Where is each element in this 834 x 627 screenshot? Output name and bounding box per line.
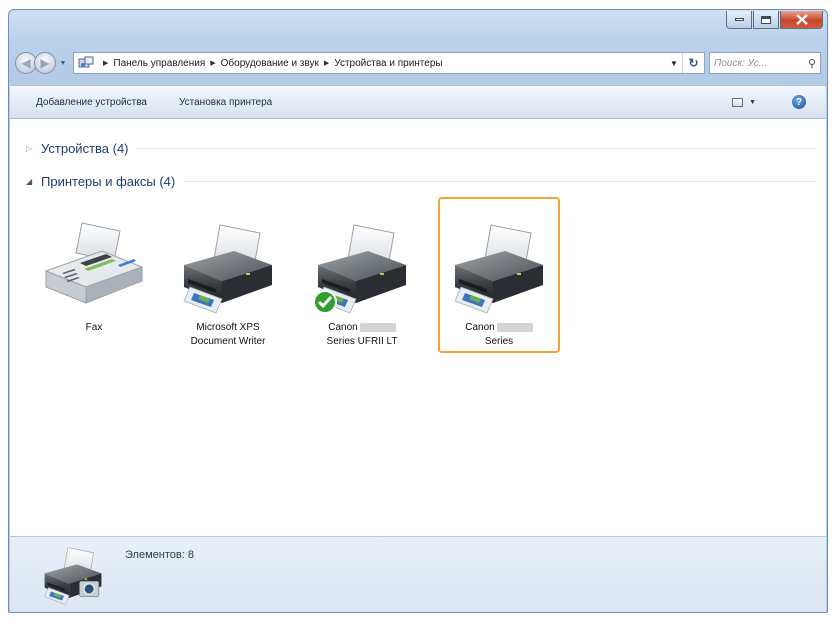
breadcrumb-control-panel[interactable]: Панель управления xyxy=(113,58,205,69)
group-printers[interactable]: ◢ Принтеры и факсы (4) xyxy=(26,174,816,189)
search-icon[interactable]: ⚲ xyxy=(808,57,816,70)
printer-icon xyxy=(306,219,418,317)
default-printer-check-icon xyxy=(313,290,337,314)
breadcrumb-hardware-sound[interactable]: Оборудование и звук xyxy=(221,58,319,69)
maximize-icon xyxy=(761,15,771,24)
collapse-arrow-icon[interactable]: ◢ xyxy=(26,177,34,186)
view-options-dropdown-icon[interactable]: ▼ xyxy=(749,99,756,106)
forward-arrow-icon: ▶ xyxy=(40,56,50,70)
device-label: Canon Series xyxy=(440,321,558,349)
chevron-down-icon: ▼ xyxy=(59,59,67,67)
device-name-line1: Microsoft XPS xyxy=(196,322,260,333)
search-input[interactable]: Поиск: Ус... ⚲ xyxy=(709,52,821,74)
device-fax[interactable]: Fax xyxy=(38,219,150,335)
address-row: ◀ ▶ ▼ ▶ Панель управления ▶ Оборудование… xyxy=(15,50,821,76)
recent-pages-dropdown[interactable]: ▼ xyxy=(58,58,68,68)
device-label: Fax xyxy=(38,321,150,335)
caption-buttons xyxy=(726,11,823,29)
search-placeholder: Поиск: Ус... xyxy=(714,57,768,69)
devices-printers-window: ◀ ▶ ▼ ▶ Панель управления ▶ Оборудование… xyxy=(8,9,828,613)
refresh-button[interactable]: ↻ xyxy=(682,53,704,73)
back-arrow-icon: ◀ xyxy=(21,56,31,70)
close-icon xyxy=(795,14,808,25)
divider xyxy=(136,148,816,149)
forward-button[interactable]: ▶ xyxy=(34,52,56,74)
address-bar[interactable]: ▶ Панель управления ▶ Оборудование и зву… xyxy=(73,52,705,74)
device-canon-series[interactable]: Canon Series xyxy=(438,197,560,353)
details-pane: Элементов: 8 xyxy=(10,536,826,612)
device-label: Canon Series UFRII LT xyxy=(306,321,418,349)
minimize-icon xyxy=(734,18,744,21)
item-count: Элементов: 8 xyxy=(125,549,194,561)
devices-content-pane: ▷ Устройства (4) ◢ Принтеры и факсы (4) xyxy=(10,119,826,536)
device-name-line2: Series xyxy=(484,336,514,347)
change-view-icon[interactable] xyxy=(732,97,744,107)
device-canon-ufrii[interactable]: Canon Series UFRII LT xyxy=(306,219,418,349)
device-name-line1: Fax xyxy=(85,322,103,333)
address-dropdown-icon[interactable]: ▼ xyxy=(666,59,682,68)
breadcrumb-devices-printers[interactable]: Устройства и принтеры xyxy=(334,58,442,69)
printer-icon xyxy=(440,219,558,317)
fax-icon xyxy=(38,219,150,317)
device-name-line1: Canon xyxy=(465,322,495,333)
command-bar: Добавление устройства Установка принтера… xyxy=(10,85,826,119)
redacted-model-name xyxy=(359,322,396,332)
group-printers-label: Принтеры и факсы (4) xyxy=(41,174,176,189)
close-button[interactable] xyxy=(780,11,823,29)
devices-and-printers-icon xyxy=(44,547,102,605)
add-device-button[interactable]: Добавление устройства xyxy=(36,97,147,108)
redacted-model-name xyxy=(496,322,533,332)
printer-icon xyxy=(172,219,284,317)
device-label: Microsoft XPS Document Writer xyxy=(172,321,284,349)
control-panel-icon xyxy=(78,56,94,68)
device-name-line2: Series UFRII LT xyxy=(326,336,398,347)
expand-arrow-icon[interactable]: ▷ xyxy=(26,144,34,153)
refresh-icon: ↻ xyxy=(688,56,699,70)
group-devices-label: Устройства (4) xyxy=(41,141,129,156)
breadcrumb-separator-icon[interactable]: ▶ xyxy=(103,59,108,67)
minimize-button[interactable] xyxy=(726,11,752,29)
breadcrumb-separator-icon[interactable]: ▶ xyxy=(210,59,215,67)
help-icon[interactable]: ? xyxy=(792,95,806,109)
breadcrumb-separator-icon[interactable]: ▶ xyxy=(324,59,329,67)
maximize-button[interactable] xyxy=(753,11,779,29)
group-devices[interactable]: ▷ Устройства (4) xyxy=(26,141,816,156)
device-name-line1: Canon xyxy=(328,322,358,333)
device-xps-writer[interactable]: Microsoft XPS Document Writer xyxy=(172,219,284,349)
device-name-line2: Document Writer xyxy=(190,336,266,347)
add-printer-button[interactable]: Установка принтера xyxy=(179,97,272,108)
divider xyxy=(183,181,816,182)
